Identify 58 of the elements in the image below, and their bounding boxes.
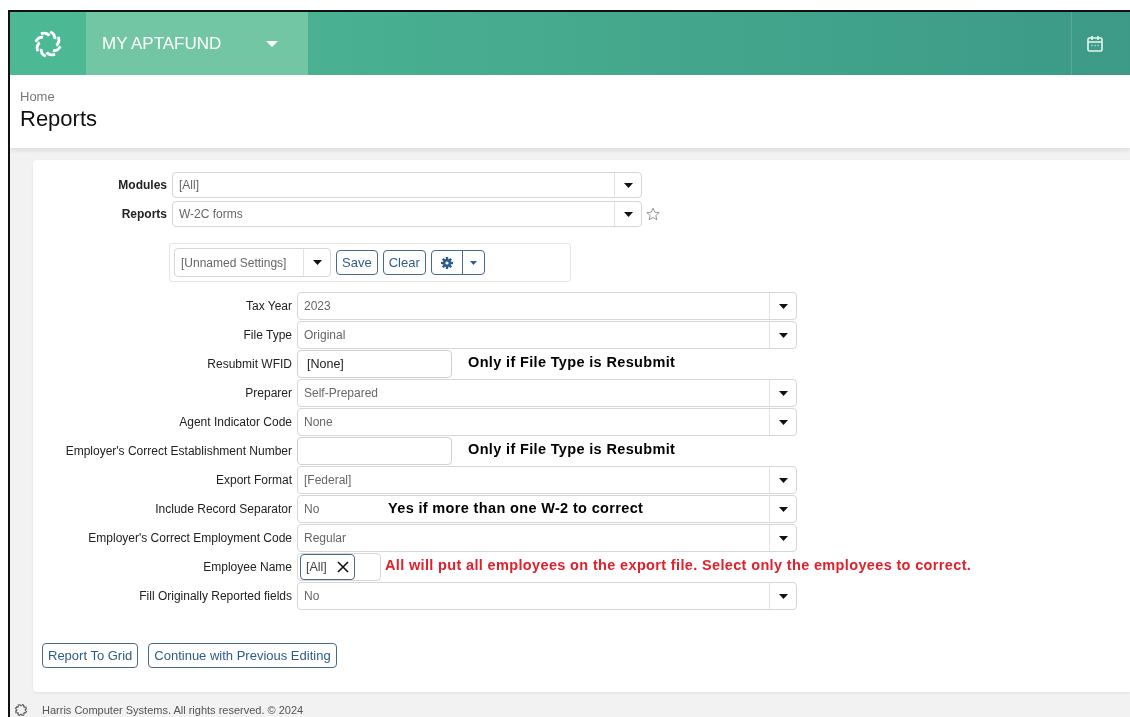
select-field[interactable]: Original	[297, 321, 797, 349]
star-icon[interactable]	[646, 207, 660, 221]
toolbar-button[interactable]: Save	[336, 250, 378, 275]
swirl-logo-icon	[33, 28, 63, 59]
tag-chip[interactable]: [All]	[300, 554, 355, 580]
caret-icon[interactable]	[469, 260, 477, 265]
annotation-text: Only if File Type is Resubmit	[468, 441, 676, 457]
field-label: Resubmit WFID	[206, 357, 293, 371]
action-button[interactable]: Continue with Previous Editing	[148, 643, 337, 668]
select-field[interactable]: 2023	[297, 292, 797, 320]
caret-icon	[623, 182, 633, 188]
field-label: Employee Name	[202, 560, 293, 574]
caret-icon	[778, 419, 788, 425]
footer-text: Harris Computer Systems. All rights reserved. © 2024	[42, 704, 304, 716]
field-label: Reports	[120, 207, 168, 221]
toolbar-button[interactable]: Clear	[382, 250, 426, 275]
field-label: Employer's Correct Employment Code	[87, 531, 293, 545]
page-title: Reports	[20, 106, 99, 132]
breadcrumb-link[interactable]: Home	[20, 89, 1130, 104]
field-label: Fill Originally Reported fields	[138, 589, 293, 603]
calendar-icon[interactable]	[1086, 34, 1104, 53]
swirl-logo-icon	[14, 703, 28, 717]
select-field[interactable]: Self-Prepared	[297, 379, 797, 407]
select-field[interactable]: [Federal]	[297, 466, 797, 494]
select-field[interactable]: No Yes if more than one W-2 to correct	[297, 495, 797, 523]
settings-icon[interactable]	[440, 256, 453, 269]
caret-icon	[778, 593, 788, 599]
caret-icon	[266, 40, 278, 47]
input-field[interactable]: [None]	[297, 350, 452, 378]
settings-select[interactable]: [Unnamed Settings]	[174, 248, 331, 277]
close-icon[interactable]	[336, 561, 349, 573]
annotation-text: All will put all employees on the export file. Select only the employees to correct.	[385, 557, 972, 573]
action-button[interactable]: Report To Grid	[42, 643, 139, 668]
field-label: Agent Indicator Code	[178, 415, 293, 429]
caret-icon	[778, 535, 788, 541]
select-field[interactable]: None	[297, 408, 797, 436]
annotation-text: Only if File Type is Resubmit	[468, 354, 676, 370]
field-label: Employer's Correct Establishment Number	[64, 444, 293, 458]
select-field[interactable]: W-2C forms	[172, 201, 642, 227]
caret-icon	[778, 332, 788, 338]
caret-icon	[778, 390, 788, 396]
caret-icon	[778, 506, 788, 512]
select-field[interactable]: Regular	[297, 524, 797, 552]
field-label: Modules	[117, 178, 168, 192]
field-label: Preparer	[244, 386, 293, 400]
field-label: File Type	[242, 328, 293, 342]
multi-select-field[interactable]: [All]	[297, 553, 381, 581]
select-field[interactable]: [All]	[172, 172, 642, 198]
annotation-text: Yes if more than one W-2 to correct	[388, 500, 644, 516]
caret-icon	[312, 260, 322, 265]
caret-icon	[623, 211, 633, 217]
field-label: Export Format	[214, 473, 293, 487]
field-label: Tax Year	[244, 299, 293, 313]
caret-icon	[778, 477, 788, 483]
select-field[interactable]: No	[297, 582, 797, 610]
input-field[interactable]	[297, 437, 452, 465]
caret-icon	[778, 303, 788, 309]
field-label: Include Record Separator	[154, 502, 293, 516]
